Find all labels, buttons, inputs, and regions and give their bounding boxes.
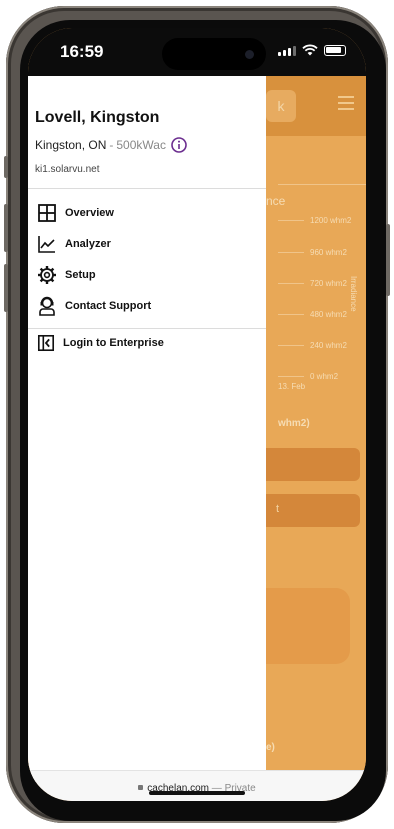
navigation-drawer: Lovell, Kingston Kingston, ON - 500kWac …: [28, 76, 266, 782]
status-time: 16:59: [60, 42, 104, 61]
support-agent-icon: [39, 296, 55, 316]
site-name: Lovell, Kingston: [35, 109, 160, 126]
background-button-2: t: [260, 494, 360, 527]
info-icon[interactable]: [171, 137, 187, 153]
background-header-button: k: [266, 90, 296, 122]
wifi-icon: [302, 44, 318, 56]
background-button-1: [260, 448, 360, 481]
login-enterprise-item[interactable]: Login to Enterprise: [28, 332, 266, 354]
axis-tick-label: 480 whm2: [310, 310, 347, 319]
mute-switch: [4, 156, 8, 178]
volume-up-button: [4, 204, 8, 252]
status-icons: [278, 44, 346, 56]
status-bar: 16:59: [28, 28, 366, 76]
location-separator: -: [109, 138, 114, 152]
login-label: Login to Enterprise: [63, 337, 164, 349]
background-divider: [278, 184, 366, 185]
battery-icon: [324, 45, 346, 56]
axis-tick-label: 1200 whm2: [310, 216, 352, 225]
site-location-row: Kingston, ON - 500kWac: [35, 137, 187, 153]
drawer-header: Lovell, Kingston Kingston, ON - 500kWac …: [28, 76, 266, 189]
axis-tick-label: 0 whm2: [310, 372, 339, 381]
drawer-divider: [28, 328, 266, 329]
line-chart-icon: [38, 235, 55, 253]
gear-icon: [38, 265, 56, 284]
chart-side-label: Irradiance: [349, 276, 358, 312]
background-title-fragment: nce: [266, 194, 286, 208]
nav-item-overview[interactable]: Overview: [28, 197, 266, 228]
volume-down-button: [4, 264, 8, 312]
drawer-nav: Overview Analyzer Setup Contact Support: [28, 197, 266, 321]
login-icon: [37, 334, 55, 352]
axis-tick-label: 960 whm2: [310, 248, 347, 257]
home-indicator[interactable]: [149, 791, 245, 795]
nav-item-setup[interactable]: Setup: [28, 259, 266, 290]
cellular-signal-icon: [278, 46, 296, 56]
nav-item-label: Contact Support: [65, 299, 152, 312]
unit-label: whm2): [278, 418, 310, 429]
dynamic-island: [162, 38, 266, 70]
nav-item-contact-support[interactable]: Contact Support: [28, 290, 266, 321]
nav-item-label: Analyzer: [65, 237, 111, 250]
axis-tick-label: 240 whm2: [310, 341, 347, 350]
lock-icon: [138, 785, 144, 790]
power-button: [386, 224, 390, 296]
chart-date-label: 13. Feb: [278, 382, 306, 391]
grid-icon: [38, 203, 56, 222]
site-capacity: 500kWac: [116, 138, 166, 152]
background-bottom-text: e): [266, 742, 275, 753]
axis-tick-label: 720 whm2: [310, 279, 347, 288]
site-url: ki1.solarvu.net: [35, 164, 100, 175]
nav-item-analyzer[interactable]: Analyzer: [28, 228, 266, 259]
hamburger-menu-icon[interactable]: [338, 96, 354, 114]
background-button-2-text: t: [276, 503, 280, 515]
nav-item-label: Overview: [65, 206, 114, 219]
nav-item-label: Setup: [65, 268, 96, 281]
screen: 16:59 k nce 1200 whm2 960 whm2 720 whm2 …: [28, 28, 366, 801]
browser-url-bar[interactable]: cachelan.com — Private: [28, 770, 366, 801]
site-location: Kingston, ON: [35, 138, 107, 152]
